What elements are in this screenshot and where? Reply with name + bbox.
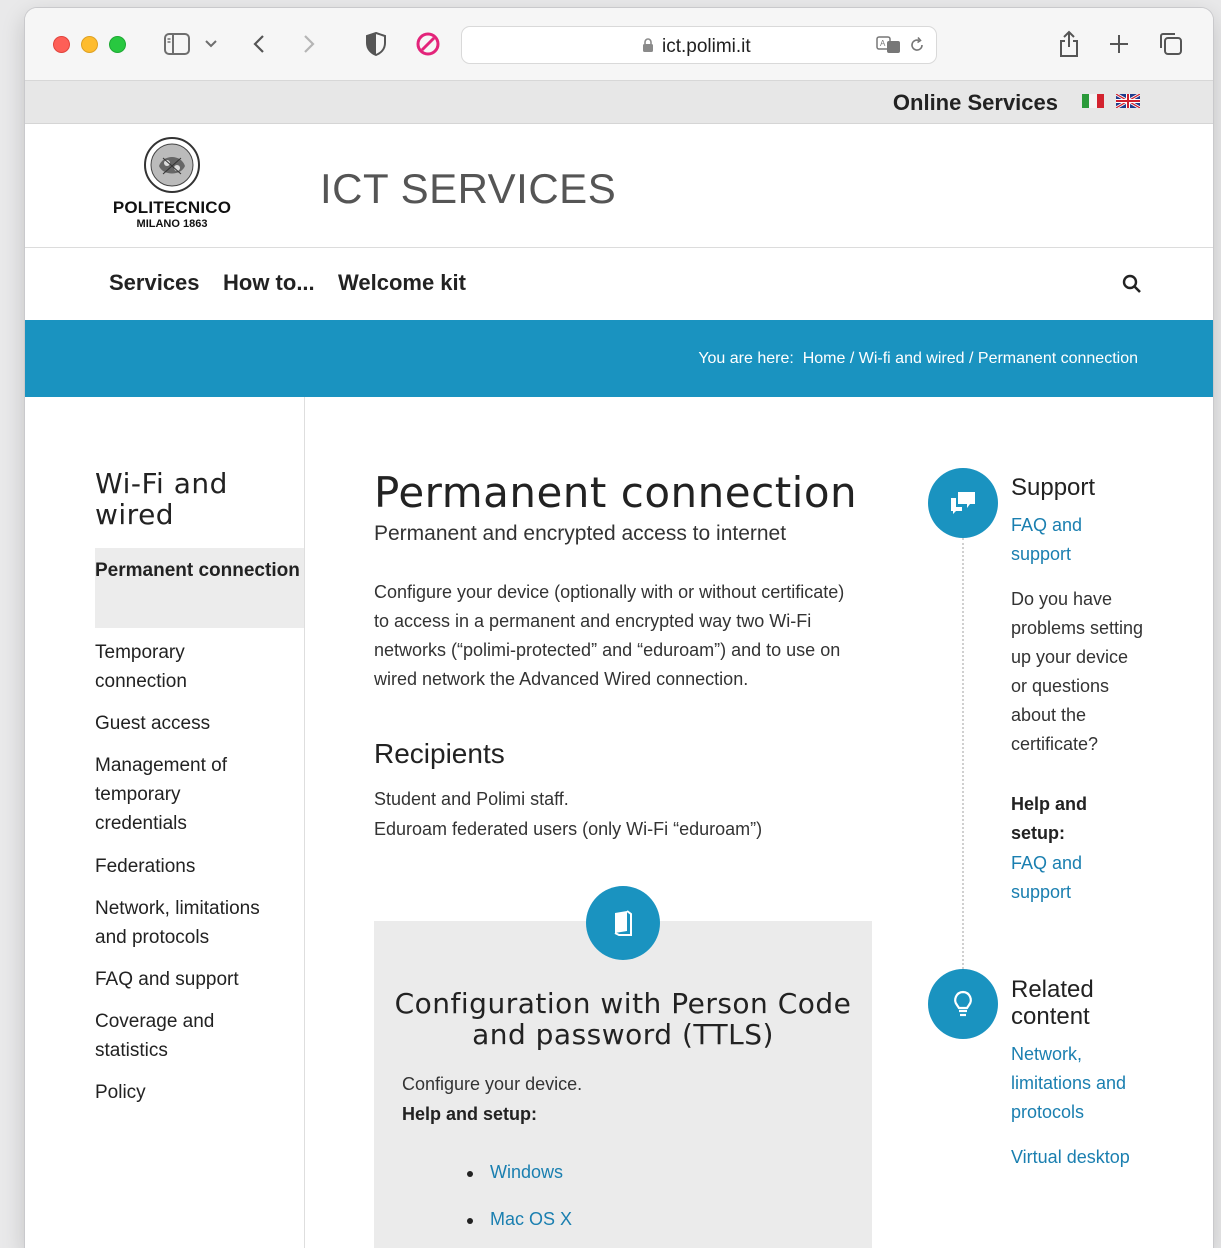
page-description: Configure your device (optionally with o… [374,582,845,689]
chevron-down-icon[interactable] [203,28,219,60]
sidebar-item-guest-access[interactable]: Guest access [95,709,304,738]
tabs-overview-icon[interactable] [1158,28,1184,60]
sidebar-item-federations[interactable]: Federations [95,852,304,881]
politecnico-seal-icon[interactable] [143,136,201,194]
logo-name: POLITECNICO [112,198,232,217]
bullet-icon [467,1171,473,1177]
chat-bubbles-icon [928,468,998,538]
sidebar-item-temporary-connection[interactable]: Temporary connection [95,638,245,696]
address-bar[interactable]: ict.polimi.it A [461,26,937,64]
card-help-label: Help and setup: [402,1104,538,1124]
italian-flag-icon[interactable] [1082,94,1104,108]
shield-icon[interactable] [365,28,387,60]
forward-icon[interactable] [301,28,317,60]
breadcrumb: You are here: Home / Wi-fi and wired / P… [698,350,1138,367]
support-text: Do you have problems setting up your dev… [1011,589,1144,754]
minimize-window-button[interactable] [81,36,98,53]
help-faq-link[interactable]: FAQ and support [1011,849,1101,907]
zoom-window-button[interactable] [109,36,126,53]
page-title: Permanent connection [374,468,858,517]
breadcrumb-current: Permanent connection [977,350,1138,367]
link-mac-os-x[interactable]: Mac OS X [490,1209,572,1230]
recipients-line: Eduroam federated users (only Wi-Fi “edu… [374,819,763,839]
breadcrumb-wifi-and-wired[interactable]: Wi-fi and wired [859,350,965,367]
support-faq-link[interactable]: FAQ and support [1011,511,1101,569]
page-subtitle: Permanent and encrypted access to intern… [374,522,787,545]
sidebar-item-coverage-statistics[interactable]: Coverage and statistics [95,1007,235,1065]
sidebar-item-management-credentials[interactable]: Management of temporary credentials [95,751,260,838]
search-icon[interactable] [1122,274,1142,299]
sidebar-item-permanent-connection[interactable]: Permanent connection [95,548,304,628]
lightbulb-icon [928,969,998,1039]
sidebar-item-network-limitations[interactable]: Network, limitations and protocols [95,894,295,952]
book-icon [586,886,660,960]
uk-flag-icon[interactable] [1116,94,1140,108]
back-icon[interactable] [251,28,267,60]
support-title: Support [1011,474,1096,501]
nav-item-services[interactable]: Services [109,270,200,296]
related-link-network[interactable]: Network, limitations and protocols [1011,1040,1151,1127]
close-window-button[interactable] [53,36,70,53]
translate-icon[interactable]: A [876,36,902,59]
new-tab-icon[interactable] [1107,28,1131,60]
card-title: Configuration with Person Code and passw… [394,987,852,1051]
right-column-divider [962,538,964,973]
nav-item-welcome-kit[interactable]: Welcome kit [338,270,466,296]
reload-icon[interactable] [908,36,926,59]
breadcrumb-home[interactable]: Home [803,350,846,367]
browser-window: ict.polimi.it A Online Services POLITECN… [25,8,1213,1248]
sidebar-item-faq-support[interactable]: FAQ and support [95,965,304,994]
breadcrumb-prefix: You are here: [698,350,794,367]
link-windows[interactable]: Windows [490,1162,563,1183]
online-services-link[interactable]: Online Services [893,90,1058,116]
sidebar-item-policy[interactable]: Policy [95,1078,304,1107]
related-content-title: Related content [1011,976,1094,1030]
url-text: ict.polimi.it [662,36,751,57]
sidebar-title: Wi-Fi and wired [95,467,228,531]
main-nav [25,248,1213,320]
block-icon[interactable] [415,28,441,60]
bullet-icon [467,1218,473,1224]
logo-subtitle: MILANO 1863 [136,218,208,230]
site-title[interactable]: ICT SERVICES [320,165,616,213]
help-and-setup-label: Help and setup: [1011,794,1088,843]
related-link-virtual-desktop[interactable]: Virtual desktop [1011,1143,1161,1172]
sidebar-icon[interactable] [163,28,191,60]
recipients-line: Student and Polimi staff. [374,789,569,809]
card-text: Configure your device. [402,1074,583,1094]
top-strip: Online Services [25,81,1213,124]
nav-item-how-to[interactable]: How to... [223,270,315,296]
sidebar-divider [304,397,305,1248]
svg-text:A: A [880,39,886,48]
share-icon[interactable] [1057,28,1081,60]
lock-icon [642,38,654,58]
recipients-heading: Recipients [374,738,505,769]
